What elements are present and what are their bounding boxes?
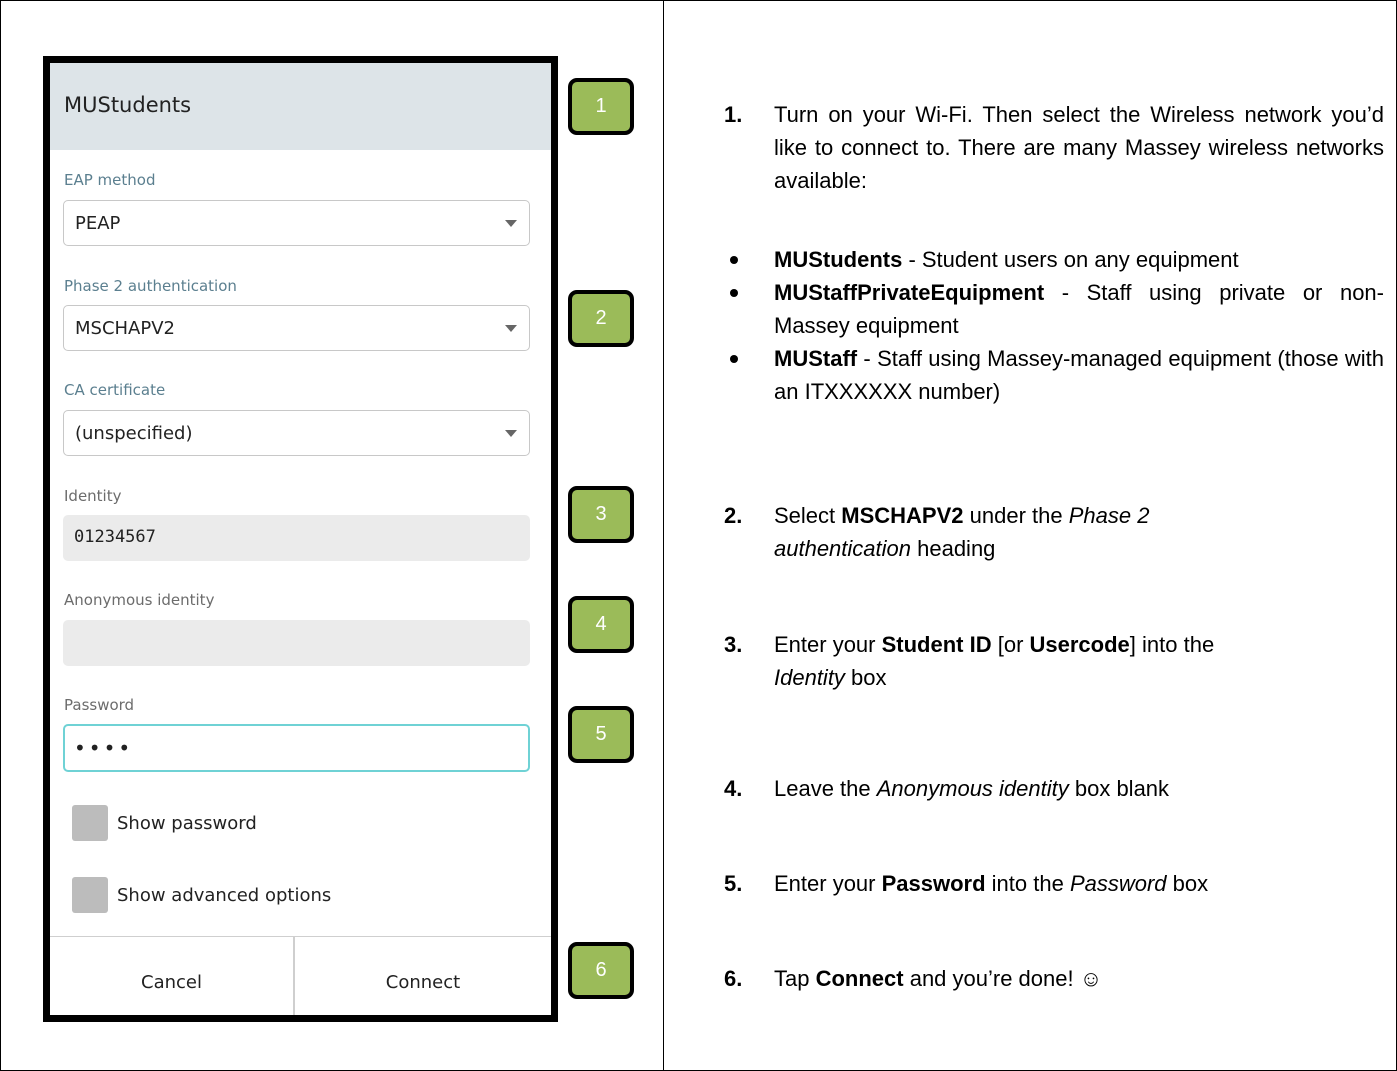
step-badge-5: 5	[568, 706, 634, 763]
step-bold: Password	[881, 871, 986, 896]
step-badge-2: 2	[568, 290, 634, 347]
step-5: 5. Enter your Password into the Password…	[724, 867, 1384, 900]
show-advanced-label: Show advanced options	[117, 885, 332, 906]
wifi-dialog-screenshot: MUStudents EAP method PEAP Phase 2 authe…	[43, 56, 558, 1022]
step-text: box	[1166, 871, 1209, 896]
step-text: box	[844, 665, 887, 690]
anonymous-identity-label: Anonymous identity	[64, 591, 215, 609]
identity-label: Identity	[64, 487, 122, 505]
step-1: 1. Turn on your Wi-Fi. Then select the W…	[724, 98, 1384, 197]
dialog-header: MUStudents	[50, 63, 551, 150]
ca-certificate-label: CA certificate	[64, 381, 166, 399]
step-2: 2. Select MSCHAPV2 under the Phase 2 aut…	[724, 499, 1284, 565]
step-badge-4: 4	[568, 596, 634, 653]
network-desc: - Student users on any equipment	[902, 247, 1239, 272]
step-text: Enter your	[774, 871, 882, 896]
step-text: heading	[911, 536, 996, 561]
ca-certificate-select[interactable]: (unspecified)	[63, 410, 530, 456]
step-number: 6.	[724, 966, 743, 991]
step-text: Select	[774, 503, 842, 528]
step-bold: Student ID	[881, 632, 992, 657]
network-desc: - Staff using Massey-managed equipment (…	[774, 346, 1384, 404]
show-password-checkbox[interactable]	[72, 805, 108, 841]
step-bold: MSCHAPV2	[841, 503, 964, 528]
step-bold: Connect	[815, 966, 904, 991]
phase2-label: Phase 2 authentication	[64, 277, 237, 295]
step-text: into the	[985, 871, 1070, 896]
step-text: Enter your	[774, 632, 882, 657]
step-italic: Anonymous identity	[876, 776, 1069, 801]
list-item: MUStudents - Student users on any equipm…	[730, 243, 1384, 276]
bullet-icon	[730, 355, 738, 363]
network-name: MUStudents	[774, 247, 903, 272]
step-number: 3.	[724, 632, 743, 657]
step-badge-6: 6	[568, 942, 634, 999]
show-advanced-checkbox[interactable]	[72, 877, 108, 913]
phase2-select[interactable]: MSCHAPV2	[63, 305, 530, 351]
eap-method-select[interactable]: PEAP	[63, 200, 530, 246]
show-password-label: Show password	[117, 813, 257, 834]
bullet-icon	[730, 289, 738, 297]
step-italic: Identity	[774, 665, 845, 690]
step-badge-3: 3	[568, 486, 634, 543]
step-4: 4. Leave the Anonymous identity box blan…	[724, 772, 1384, 805]
step-text: Tap	[774, 966, 816, 991]
step-text: box blank	[1068, 776, 1170, 801]
step-text: Leave the	[774, 776, 877, 801]
chevron-down-icon	[505, 220, 517, 227]
dialog-title: MUStudents	[64, 93, 192, 117]
network-name: MUStaff	[774, 346, 858, 371]
step-number: 2.	[724, 503, 743, 528]
step-italic: Password	[1069, 871, 1167, 896]
chevron-down-icon	[505, 325, 517, 332]
step-number: 5.	[724, 871, 743, 896]
step-text: under the	[963, 503, 1069, 528]
step-text: Turn on your Wi-Fi. Then select the Wire…	[774, 102, 1384, 193]
list-item: MUStaffPrivateEquipment - Staff using pr…	[730, 276, 1384, 342]
step-badge-1: 1	[568, 78, 634, 135]
eap-method-label: EAP method	[64, 171, 156, 189]
step-number: 4.	[724, 776, 743, 801]
password-input[interactable]: ••••	[63, 724, 530, 772]
anonymous-identity-input[interactable]	[63, 620, 530, 666]
eap-method-value: PEAP	[75, 213, 121, 234]
list-item: MUStaff - Staff using Massey-managed equ…	[730, 342, 1384, 408]
step-6: 6. Tap Connect and you’re done! ☺	[724, 962, 1384, 995]
step-3: 3. Enter your Student ID [or Usercode] i…	[724, 628, 1284, 694]
phase2-value: MSCHAPV2	[75, 318, 175, 339]
step-bold: Usercode	[1029, 632, 1130, 657]
step-text: [or	[991, 632, 1030, 657]
chevron-down-icon	[505, 430, 517, 437]
step-text: and you’re done! ☺	[903, 966, 1103, 991]
step-text: ] into the	[1129, 632, 1215, 657]
identity-value: 01234567	[74, 527, 156, 547]
password-label: Password	[64, 696, 135, 714]
network-name: MUStaffPrivateEquipment	[774, 280, 1045, 305]
bullet-icon	[730, 256, 738, 264]
password-value: ••••	[74, 736, 134, 760]
cancel-button[interactable]: Cancel	[50, 937, 295, 1015]
connect-button[interactable]: Connect	[295, 937, 551, 1015]
step-number: 1.	[724, 102, 743, 127]
identity-input[interactable]: 01234567	[63, 515, 530, 561]
ca-certificate-value: (unspecified)	[75, 423, 193, 444]
dialog-button-row: Cancel Connect	[50, 936, 551, 1015]
